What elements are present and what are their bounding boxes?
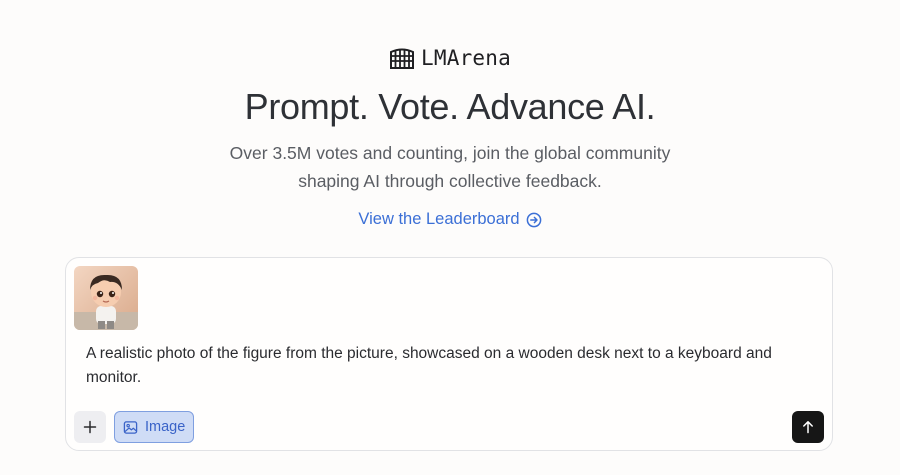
image-mode-button[interactable]: Image: [114, 411, 195, 443]
attached-image-thumbnail[interactable]: [74, 266, 138, 330]
page-subtitle: Over 3.5M votes and counting, join the g…: [0, 139, 900, 195]
cartoon-boy-thumbnail: [74, 266, 138, 330]
page-title: Prompt. Vote. Advance AI.: [244, 86, 656, 127]
subtitle-line-1: Over 3.5M votes and counting, join the g…: [229, 143, 671, 163]
view-leaderboard-label: View the Leaderboard: [358, 210, 520, 228]
colosseum-icon: [390, 48, 415, 69]
add-attachment-button[interactable]: [74, 411, 106, 443]
image-icon: [123, 420, 138, 434]
image-mode-label: Image: [145, 419, 186, 435]
brand: LMArena: [0, 46, 900, 70]
arrow-right-circle-icon: [526, 212, 541, 227]
prompt-composer: A realistic photo of the figure from the…: [65, 257, 833, 451]
arrow-up-icon: [803, 421, 813, 434]
send-button[interactable]: [792, 411, 824, 443]
view-leaderboard-link[interactable]: View the Leaderboard: [0, 210, 900, 229]
subtitle-line-2: shaping AI through collective feedback.: [298, 171, 602, 191]
brand-name: LMArena: [421, 46, 511, 70]
prompt-text[interactable]: A realistic photo of the figure from the…: [86, 342, 786, 390]
plus-icon: [83, 420, 97, 434]
